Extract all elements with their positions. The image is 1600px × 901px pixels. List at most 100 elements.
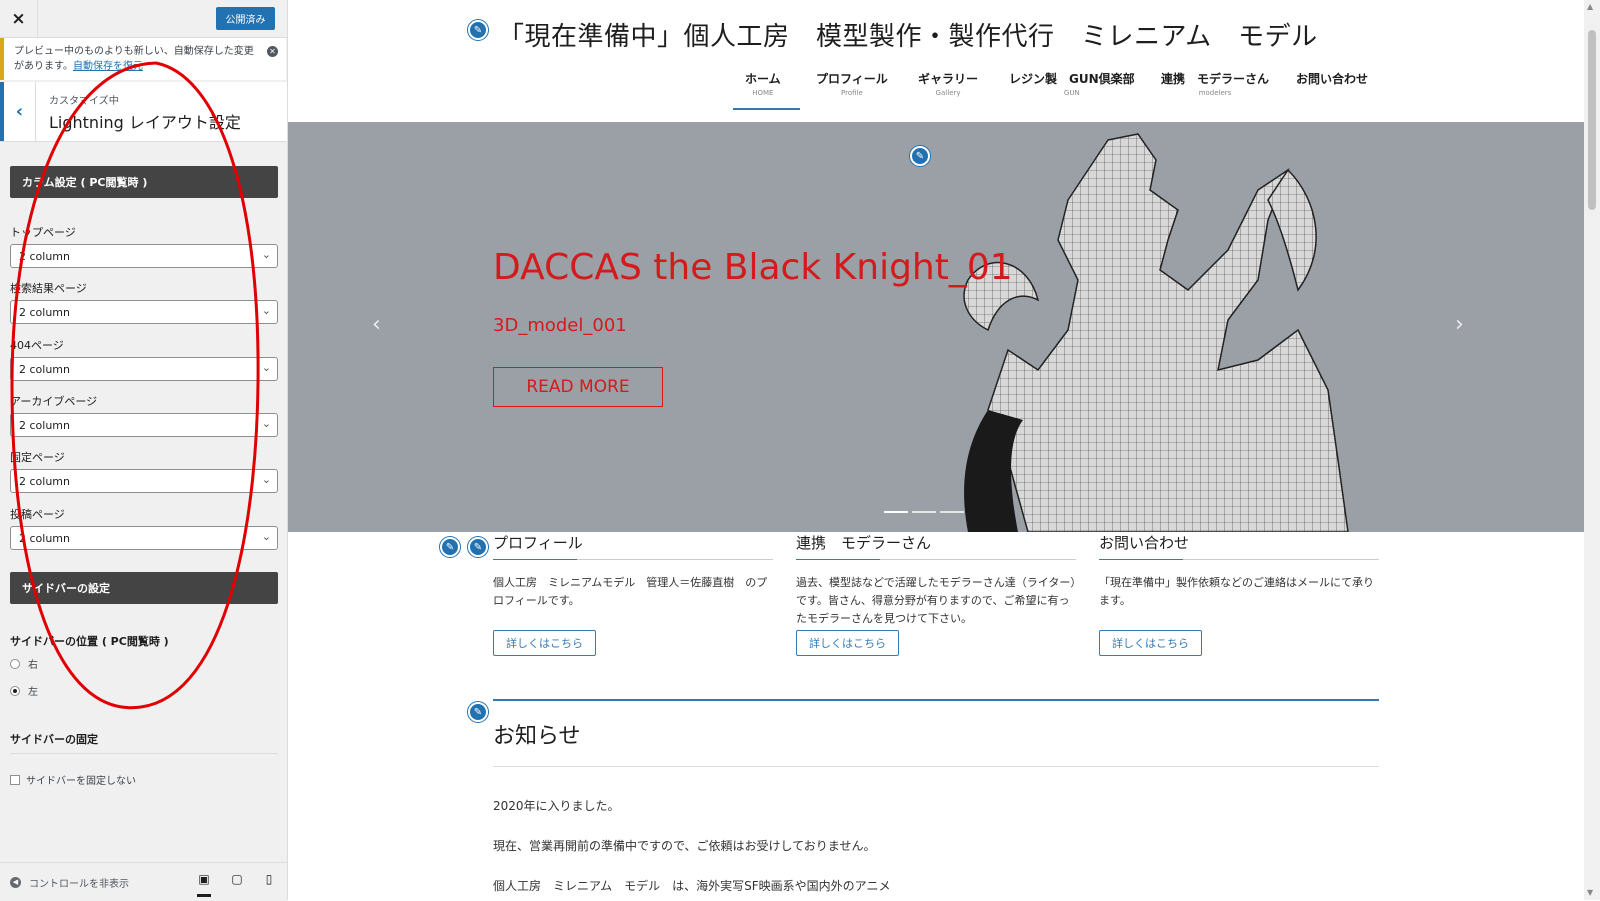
edit-pencil-icon[interactable]: ✎ — [440, 537, 460, 557]
nav-label: レジン製 GUN倶楽部 — [1009, 72, 1135, 86]
chevron-down-icon: ⌄ — [261, 530, 271, 543]
site-preview: ✎ 「現在準備中」個人工房 模型製作・製作代行 ミレニアム モデル ホーム HOM… — [288, 0, 1584, 900]
field-label-search: 検索結果ページ — [10, 282, 87, 295]
card-title: 連携 モデラーさん — [796, 532, 1076, 560]
nav-item-gun-club[interactable]: レジン製 GUN倶楽部 GUN — [1009, 70, 1135, 97]
hero-slider: ✎ DACCAS the Black Knight_01 3D_model_00… — [288, 122, 1584, 532]
select-post-page[interactable]: 2 column ⌄ — [10, 526, 278, 550]
autosave-notice: プレビュー中のものよりも新しい、自動保存した変更があります。自動保存を復元 ✕ — [0, 38, 286, 80]
card-text: 個人工房 ミレニアムモデル 管理人＝佐藤直樹 のプロフィールです。 — [493, 576, 768, 607]
edit-pencil-icon[interactable]: ✎ — [468, 702, 488, 722]
select-archive-page[interactable]: 2 column ⌄ — [10, 413, 278, 437]
sidebar-settings-header: サイドバーの設定 — [10, 572, 278, 604]
news-title: お知らせ — [493, 724, 581, 749]
hide-controls-label: コントロールを非表示 — [29, 879, 129, 890]
robot-model-image — [963, 133, 1349, 532]
checkbox-label: サイドバーを固定しない — [26, 776, 136, 787]
radio-left[interactable]: 左 — [10, 683, 38, 698]
card-title: お問い合わせ — [1099, 532, 1379, 560]
edit-pencil-icon[interactable]: ✎ — [468, 20, 488, 40]
nav-item-home[interactable]: ホーム HOME — [745, 70, 781, 97]
chevron-down-icon: ⌄ — [261, 361, 271, 374]
nav-active-indicator — [733, 108, 800, 110]
customizer-header: × 公開済み — [0, 0, 287, 38]
sidebar-position-label: サイドバーの位置 ( PC閲覧時 ) — [10, 635, 169, 648]
mobile-preview-icon[interactable]: ▯ — [262, 873, 276, 886]
nav-sublabel: HOME — [752, 89, 774, 97]
details-button[interactable]: 詳しくはこちら — [493, 630, 596, 656]
nav-label: ギャラリー — [918, 72, 979, 86]
nav-label: 連携 モデラーさん — [1161, 72, 1270, 86]
dismiss-notice-icon[interactable]: ✕ — [267, 46, 278, 57]
chevron-right-icon[interactable]: › — [1455, 312, 1464, 337]
details-button[interactable]: 詳しくはこちら — [796, 630, 899, 656]
nav-item-gallery[interactable]: ギャラリー Gallery — [918, 70, 978, 97]
slide-indicator-active[interactable] — [884, 511, 908, 513]
chevron-down-icon: ⌄ — [261, 473, 271, 486]
hide-controls-button[interactable]: ◀ コントロールを非表示 — [10, 875, 129, 890]
card-title: プロフィール — [493, 532, 773, 560]
desktop-preview-icon[interactable]: ▣ — [197, 873, 211, 897]
scroll-up-icon[interactable]: ▲ — [1587, 2, 1593, 11]
nav-item-contact[interactable]: お問い合わせ — [1296, 70, 1368, 89]
section-header: ‹ カスタマイズ中 Lightning レイアウト設定 — [0, 82, 287, 142]
nav-item-modelers[interactable]: 連携 モデラーさん modelers — [1161, 70, 1269, 97]
nav-item-profile[interactable]: プロフィール Profile — [816, 70, 888, 97]
radio-button[interactable] — [10, 658, 20, 669]
radio-label: 左 — [28, 687, 38, 698]
sidebar-fixed-title: サイドバーの固定 — [10, 731, 278, 754]
nav-label: お問い合わせ — [1296, 72, 1369, 86]
site-title[interactable]: 「現在準備中」個人工房 模型製作・製作代行 ミレニアム モデル — [498, 16, 1318, 53]
checkbox[interactable] — [10, 774, 20, 785]
slide-indicator[interactable] — [940, 511, 964, 513]
select-value: 2 column — [19, 305, 70, 319]
preview-scrollbar[interactable]: ▲ ▼ — [1584, 0, 1600, 900]
chevron-down-icon: ⌄ — [261, 304, 271, 317]
read-more-button[interactable]: READ MORE — [493, 367, 663, 407]
customizer-footer: ◀ コントロールを非表示 ▣ ▢ ▯ — [0, 862, 287, 901]
nav-sublabel: modelers — [1198, 89, 1232, 97]
field-label-post: 投稿ページ — [10, 508, 65, 521]
news-top-border — [493, 699, 1379, 701]
select-top-page[interactable]: 2 column ⌄ — [10, 244, 278, 268]
collapse-arrow-icon: ◀ — [10, 877, 21, 888]
section-breadcrumb: カスタマイズ中 — [49, 96, 119, 107]
tablet-preview-icon[interactable]: ▢ — [230, 873, 244, 886]
details-button[interactable]: 詳しくはこちら — [1099, 630, 1202, 656]
back-arrow-icon[interactable]: ‹ — [0, 82, 36, 141]
radio-right[interactable]: 右 — [10, 656, 38, 671]
select-value: 2 column — [19, 249, 70, 263]
select-static-page[interactable]: 2 column ⌄ — [10, 469, 278, 493]
slide-indicator[interactable] — [912, 511, 936, 513]
select-value: 2 column — [19, 531, 70, 545]
chevron-down-icon: ⌄ — [261, 248, 271, 261]
select-value: 2 column — [19, 474, 70, 488]
scroll-down-icon[interactable]: ▼ — [1587, 888, 1593, 897]
select-value: 2 column — [19, 362, 70, 376]
sidebar-fixed-checkbox[interactable]: サイドバーを固定しない — [10, 772, 136, 787]
radio-button-selected[interactable] — [10, 685, 20, 696]
section-title: Lightning レイアウト設定 — [49, 113, 241, 132]
restore-autosave-link[interactable]: 自動保存を復元 — [73, 61, 143, 72]
hero-subtitle: 3D_model_001 — [493, 315, 627, 336]
radio-label: 右 — [28, 660, 38, 671]
select-search-page[interactable]: 2 column ⌄ — [10, 300, 278, 324]
nav-sublabel: GUN — [1063, 89, 1080, 97]
customizer-panel: × 公開済み プレビュー中のものよりも新しい、自動保存した変更があります。自動保… — [0, 0, 288, 901]
news-paragraph: 現在、営業再開前の準備中ですので、ご依頼はお受けしておりません。 — [493, 839, 876, 853]
nav-sublabel: Gallery — [935, 89, 961, 97]
field-label-404: 404ページ — [10, 339, 64, 352]
card-contact: お問い合わせ 「現在準備中」製作依頼などのご連絡はメールにて承ります。 詳しくは… — [1099, 532, 1379, 656]
red-annotation-ellipse — [10, 61, 260, 710]
chevron-left-icon[interactable]: ‹ — [372, 312, 381, 337]
card-profile: プロフィール 個人工房 ミレニアムモデル 管理人＝佐藤直樹 のプロフィールです。… — [493, 532, 773, 656]
card-text: 過去、模型誌などで活躍したモデラーさん達（ライター）です。皆さん、得意分野が有り… — [796, 576, 1076, 625]
nav-label: ホーム — [745, 72, 781, 86]
scrollbar-thumb[interactable] — [1588, 30, 1596, 210]
select-404-page[interactable]: 2 column ⌄ — [10, 357, 278, 381]
news-paragraph: 2020年に入りました。 — [493, 799, 620, 813]
close-icon[interactable]: × — [0, 0, 38, 37]
edit-pencil-icon[interactable]: ✎ — [910, 146, 930, 166]
publish-button[interactable]: 公開済み — [216, 7, 275, 30]
edit-pencil-icon[interactable]: ✎ — [468, 537, 488, 557]
